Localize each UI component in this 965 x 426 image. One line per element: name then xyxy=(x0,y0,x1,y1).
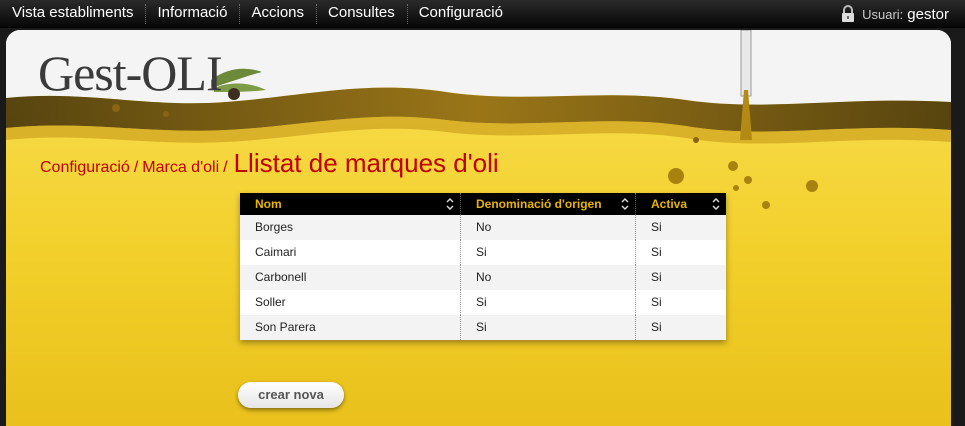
cell-nom: Carbonell xyxy=(255,270,307,284)
table-header: Nom Denominació d'origen Activa xyxy=(240,193,726,215)
table-row[interactable]: Soller Si Si xyxy=(240,290,726,315)
lock-icon xyxy=(842,5,855,22)
brands-table: Nom Denominació d'origen Activa Borges N… xyxy=(240,193,726,340)
sort-icon xyxy=(621,198,629,210)
cell-denominacio: Si xyxy=(460,315,635,340)
cell-denominacio: No xyxy=(460,215,635,240)
breadcrumb-marca-oli[interactable]: Marca d'oli xyxy=(142,159,219,177)
user-label: Usuari: xyxy=(862,6,904,22)
breadcrumb: Configuració / Marca d'oli / Llistat de … xyxy=(40,148,499,179)
menu-item-configuracio[interactable]: Configuració xyxy=(406,0,515,28)
table-row[interactable]: Borges No Si xyxy=(240,215,726,240)
table-body: Borges No Si Caimari Si Si Carbonell No … xyxy=(240,215,726,340)
main-panel: Gest-OLI Configuració / Marca d'oli / Ll… xyxy=(6,30,951,426)
column-header-activa[interactable]: Activa xyxy=(635,193,726,215)
menu-item-consultes[interactable]: Consultes xyxy=(316,0,407,28)
page-title: Llistat de marques d'oli xyxy=(233,148,499,178)
cell-activa: Si xyxy=(635,215,726,240)
column-header-label: Activa xyxy=(651,197,688,211)
cell-denominacio: Si xyxy=(460,240,635,265)
breadcrumb-separator: / xyxy=(133,159,139,176)
cell-activa: Si xyxy=(635,290,726,315)
main-menu: Vista establiments Informació Accions Co… xyxy=(0,0,515,28)
user-name[interactable]: gestor xyxy=(907,6,949,23)
sort-icon xyxy=(446,198,454,210)
cell-nom: Caimari xyxy=(255,245,297,259)
cell-denominacio: Si xyxy=(460,290,635,315)
cell-nom: Son Parera xyxy=(255,320,316,334)
sort-icon xyxy=(712,198,720,210)
cell-nom: Soller xyxy=(255,295,286,309)
column-header-denominacio[interactable]: Denominació d'origen xyxy=(460,193,635,215)
cell-denominacio: No xyxy=(460,265,635,290)
menu-item-vista-establiments[interactable]: Vista establiments xyxy=(0,0,145,28)
table-row[interactable]: Caimari Si Si xyxy=(240,240,726,265)
cell-activa: Si xyxy=(635,315,726,340)
menu-item-accions[interactable]: Accions xyxy=(239,0,316,28)
breadcrumb-separator: / xyxy=(223,159,228,176)
column-header-label: Denominació d'origen xyxy=(476,197,602,211)
top-nav-bar: Vista establiments Informació Accions Co… xyxy=(0,0,965,28)
table-row[interactable]: Son Parera Si Si xyxy=(240,315,726,340)
table-row[interactable]: Carbonell No Si xyxy=(240,265,726,290)
cell-activa: Si xyxy=(635,240,726,265)
column-header-label: Nom xyxy=(255,197,282,211)
cell-nom: Borges xyxy=(255,220,294,234)
column-header-nom[interactable]: Nom xyxy=(240,193,460,215)
menu-item-informacio[interactable]: Informació xyxy=(145,0,239,28)
create-new-button[interactable]: crear nova xyxy=(238,382,344,408)
cell-activa: Si xyxy=(635,265,726,290)
user-info: Usuari: gestor xyxy=(840,0,949,28)
app-logo[interactable]: Gest-OLI xyxy=(38,44,223,102)
breadcrumb-configuracio[interactable]: Configuració xyxy=(40,159,130,177)
